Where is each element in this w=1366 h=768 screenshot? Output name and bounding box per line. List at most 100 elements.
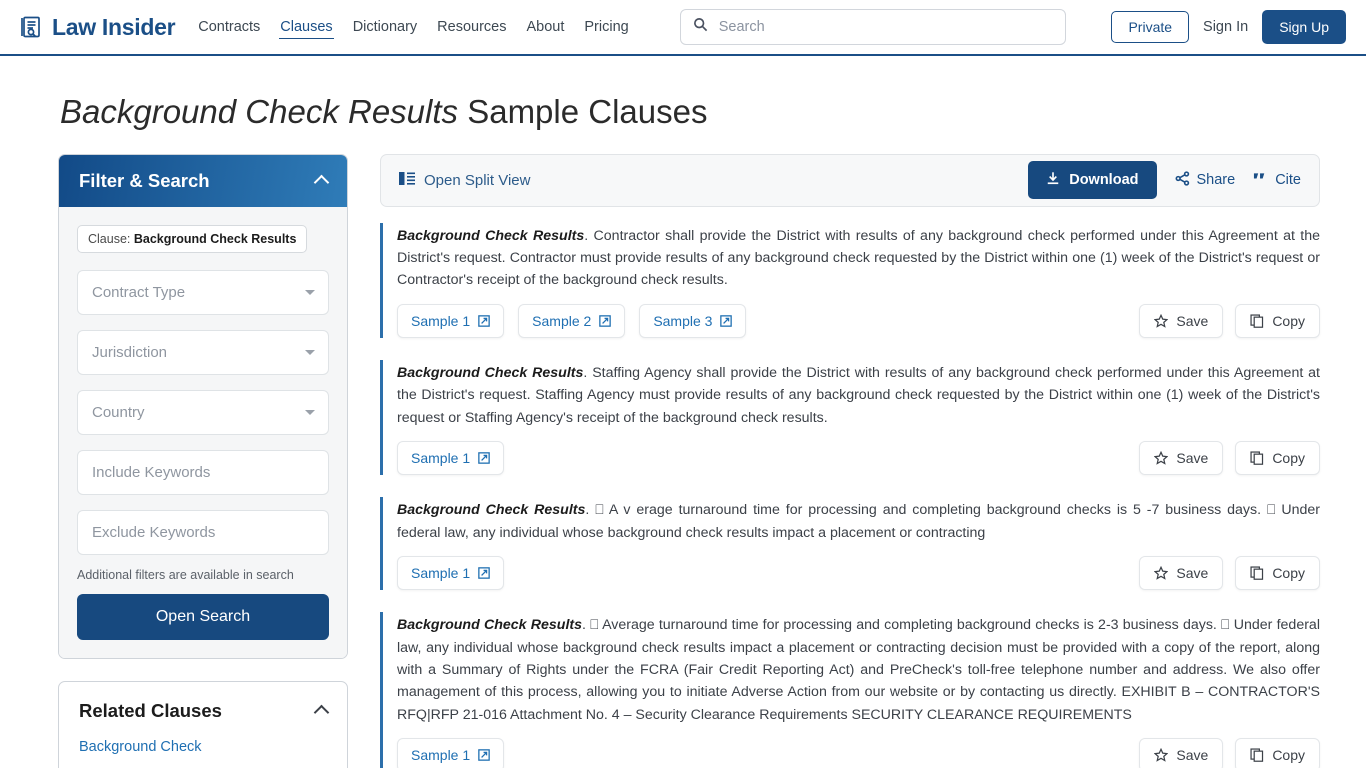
- save-label: Save: [1176, 450, 1209, 467]
- chevron-up-icon[interactable]: [313, 704, 330, 721]
- chevron-down-icon: [305, 410, 315, 416]
- copy-button[interactable]: Copy: [1235, 556, 1320, 591]
- save-label: Save: [1176, 747, 1209, 764]
- contract-type-placeholder: Contract Type: [92, 283, 186, 301]
- filter-search-header[interactable]: Filter & Search: [59, 154, 347, 207]
- save-button[interactable]: Save: [1139, 738, 1224, 768]
- save-button[interactable]: Save: [1139, 441, 1224, 476]
- nav-item-dictionary[interactable]: Dictionary: [352, 16, 418, 38]
- results-toolbar: Open Split View Download Share Cite: [380, 153, 1320, 207]
- nav-item-about[interactable]: About: [525, 16, 565, 38]
- sample-button[interactable]: Sample 1: [397, 556, 505, 591]
- exclude-keywords-input[interactable]: Exclude Keywords: [77, 509, 329, 555]
- sample-label: Sample 1: [411, 565, 471, 582]
- split-view-icon: [399, 171, 415, 190]
- external-link-icon: [478, 567, 490, 579]
- clause-buttons: Save Copy: [1139, 303, 1320, 338]
- nav-item-contracts[interactable]: Contracts: [197, 16, 261, 38]
- global-search-box[interactable]: [679, 9, 1066, 45]
- additional-filters-hint: Additional filters are available in sear…: [77, 567, 294, 582]
- external-link-icon: [720, 315, 733, 327]
- document-search-icon: [20, 15, 44, 39]
- clause-result: Background Check Results. Contractor sha…: [380, 222, 1320, 338]
- copy-button[interactable]: Copy: [1235, 441, 1320, 476]
- nav-item-resources[interactable]: Resources: [436, 16, 507, 38]
- nav-item-pricing[interactable]: Pricing: [583, 16, 629, 38]
- external-link-icon: [599, 315, 612, 327]
- save-label: Save: [1176, 565, 1209, 582]
- filter-search-title: Filter & Search: [79, 169, 210, 191]
- country-select[interactable]: Country: [77, 389, 329, 435]
- copy-button[interactable]: Copy: [1235, 738, 1320, 768]
- active-clause-chip[interactable]: Clause: Background Check Results: [77, 224, 308, 253]
- star-icon: [1154, 748, 1169, 763]
- chevron-up-icon[interactable]: [313, 174, 330, 191]
- sample-button[interactable]: Sample 1: [397, 441, 505, 476]
- filter-search-body: Clause: Background Check Results Contrac…: [59, 206, 347, 658]
- sample-label: Sample 1: [411, 450, 471, 467]
- related-clauses-panel: Related Clauses Background Check: [58, 680, 348, 768]
- share-label: Share: [1196, 172, 1236, 189]
- chip-value: Background Check Results: [133, 231, 297, 246]
- sample-links: Sample 1 Sample 2 Sample 3: [397, 303, 747, 338]
- related-clauses-header[interactable]: Related Clauses: [59, 682, 347, 736]
- open-split-view-button[interactable]: Open Split View: [399, 171, 530, 190]
- related-clause-link[interactable]: Background Check: [79, 736, 327, 758]
- clause-text: Background Check Results. Contractor sha…: [397, 225, 1320, 292]
- page-layout: Filter & Search Clause: Background Check…: [0, 132, 1366, 768]
- contract-type-select[interactable]: Contract Type: [77, 269, 329, 315]
- nav-item-clauses[interactable]: Clauses: [279, 16, 334, 39]
- auth-actions: Private Sign In Sign Up: [1111, 10, 1346, 44]
- clause-heading: Background Check Results: [397, 617, 582, 634]
- cite-label: Cite: [1275, 172, 1301, 189]
- download-button[interactable]: Download: [1028, 161, 1157, 200]
- page-title: Background Check Results Sample Clauses: [60, 92, 1366, 132]
- save-button[interactable]: Save: [1139, 303, 1224, 338]
- download-label: Download: [1069, 172, 1139, 189]
- clause-heading: Background Check Results: [397, 227, 585, 244]
- copy-label: Copy: [1272, 312, 1305, 329]
- jurisdiction-select[interactable]: Jurisdiction: [77, 329, 329, 375]
- copy-icon: [1250, 748, 1264, 763]
- sample-label: Sample 1: [411, 312, 471, 329]
- copy-label: Copy: [1272, 747, 1305, 764]
- brand-logo[interactable]: Law Insider: [20, 14, 176, 41]
- quote-icon: [1253, 172, 1268, 189]
- copy-icon: [1250, 314, 1264, 328]
- clause-buttons: Save Copy: [1139, 738, 1320, 768]
- clause-action-row: Sample 1 Sample 2 Sample 3 Save Copy: [397, 303, 1320, 338]
- save-button[interactable]: Save: [1139, 556, 1224, 591]
- copy-icon: [1250, 566, 1264, 580]
- sample-links: Sample 1: [397, 441, 505, 476]
- sample-button[interactable]: Sample 2: [518, 303, 626, 338]
- results-panel: Open Split View Download Share Cite Back…: [380, 153, 1320, 768]
- star-icon: [1154, 566, 1169, 580]
- sample-label: Sample 1: [411, 747, 471, 764]
- search-input[interactable]: [716, 18, 1053, 36]
- clause-action-row: Sample 1 Save Copy: [397, 441, 1320, 476]
- sample-button[interactable]: Sample 1: [397, 738, 505, 768]
- open-search-button[interactable]: Open Search: [77, 593, 329, 640]
- clause-buttons: Save Copy: [1139, 556, 1320, 591]
- sample-label: Sample 3: [653, 312, 713, 329]
- page-title-suffix: Sample Clauses: [458, 93, 708, 130]
- private-button[interactable]: Private: [1111, 11, 1190, 43]
- exclude-keywords-placeholder: Exclude Keywords: [92, 523, 216, 541]
- sample-button[interactable]: Sample 3: [639, 303, 747, 338]
- star-icon: [1154, 451, 1169, 465]
- copy-button[interactable]: Copy: [1235, 303, 1320, 338]
- share-button[interactable]: Share: [1175, 170, 1236, 190]
- include-keywords-placeholder: Include Keywords: [92, 463, 211, 481]
- sign-in-link[interactable]: Sign In: [1203, 19, 1248, 35]
- include-keywords-input[interactable]: Include Keywords: [77, 449, 329, 495]
- country-placeholder: Country: [92, 403, 145, 421]
- copy-icon: [1250, 451, 1264, 466]
- clause-buttons: Save Copy: [1139, 441, 1320, 476]
- copy-label: Copy: [1272, 565, 1305, 582]
- star-icon: [1154, 313, 1169, 328]
- clause-result: Background Check Results. ⎕ A v erage tu…: [380, 497, 1320, 591]
- sample-button[interactable]: Sample 1: [397, 303, 505, 338]
- chevron-down-icon: [305, 290, 315, 296]
- sign-up-button[interactable]: Sign Up: [1262, 10, 1346, 44]
- cite-button[interactable]: Cite: [1253, 172, 1301, 189]
